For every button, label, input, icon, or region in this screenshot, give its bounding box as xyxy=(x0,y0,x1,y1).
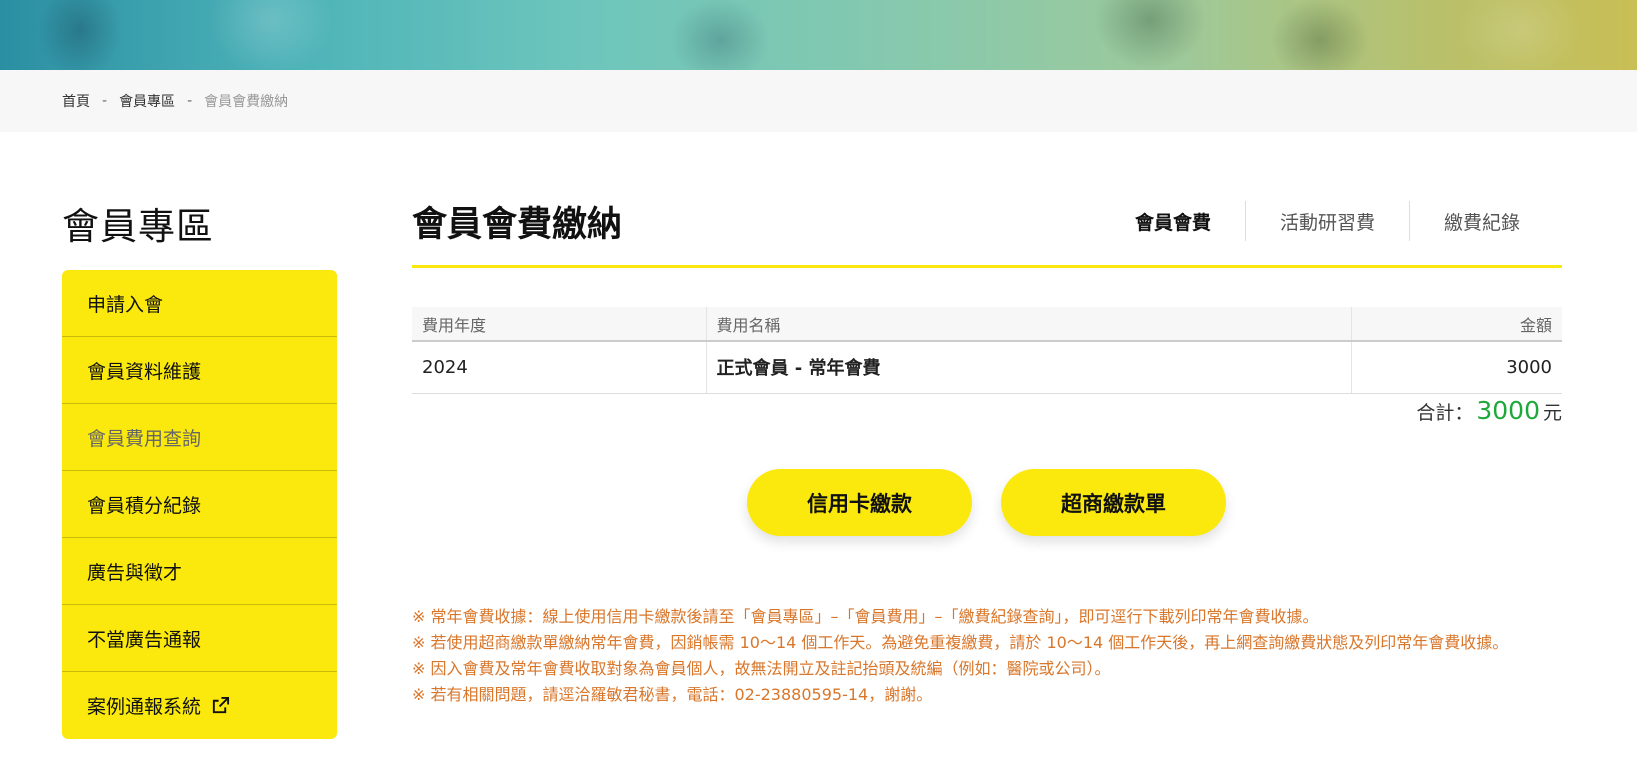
cell-year: 2024 xyxy=(412,341,706,394)
note-convenience-store: ※ 若使用超商繳款單繳納常年會費，因銷帳需 10～14 個工作天。為避免重複繳費… xyxy=(412,633,1509,652)
sidebar-item-fee-inquiry[interactable]: 會員費用查詢 xyxy=(62,404,337,471)
table-row: 2024 正式會員 - 常年會費 3000 xyxy=(412,341,1562,394)
total-label: 合計： xyxy=(1416,402,1474,424)
tab-bar: 會員會費 活動研習費 繳費紀錄 xyxy=(1117,200,1554,242)
tab-membership-fee[interactable]: 會員會費 xyxy=(1117,201,1245,241)
column-header-amount: 金額 xyxy=(1350,307,1562,342)
note-contact: ※ 若有相關問題，請逕洽羅敏君秘書，電話：02-23880595-14，謝謝。 xyxy=(412,685,933,704)
breadcrumb-home-link[interactable]: 首頁 xyxy=(62,91,90,111)
sidebar-title: 會員專區 xyxy=(62,205,214,248)
breadcrumb-member-zone-link[interactable]: 會員專區 xyxy=(119,91,175,111)
table-header-row: 費用年度 費用名稱 金額 xyxy=(412,307,1562,342)
header-banner-image xyxy=(0,0,1637,70)
tab-activity-fee[interactable]: 活動研習費 xyxy=(1245,201,1409,241)
total-unit: 元 xyxy=(1542,402,1562,424)
sidebar-item-apply-membership[interactable]: 申請入會 xyxy=(62,270,337,337)
column-header-name: 費用名稱 xyxy=(705,307,1351,342)
fees-table: 費用年度 費用名稱 金額 2024 正式會員 - 常年會費 3000 xyxy=(412,307,1562,394)
breadcrumb-separator: - xyxy=(102,93,108,109)
note-receipt: ※ 常年會費收據：線上使用信用卡繳款後請至「會員專區」–「會員費用」–「繳費紀錄… xyxy=(412,607,1319,626)
column-header-year: 費用年度 xyxy=(412,307,706,342)
cell-amount: 3000 xyxy=(1350,341,1562,394)
cell-fee-name: 正式會員 - 常年會費 xyxy=(705,341,1351,394)
breadcrumb: 首頁 - 會員專區 - 會員會費繳納 xyxy=(0,70,1637,132)
sidebar-item-case-report-system[interactable]: 案例通報系統 xyxy=(62,672,337,739)
breadcrumb-separator: - xyxy=(187,93,193,109)
note-invoice-title: ※ 因入會費及常年會費收取對象為會員個人，故無法開立及註記抬頭及統編（例如：醫院… xyxy=(412,659,1111,678)
breadcrumb-current: 會員會費繳納 xyxy=(204,94,289,110)
title-divider xyxy=(412,265,1562,268)
convenience-store-slip-button[interactable]: 超商繳款單 xyxy=(1001,469,1226,536)
total-summary: 合計： 3000 元 xyxy=(1416,396,1562,425)
external-link-icon xyxy=(212,696,230,714)
sidebar-item-improper-ad-report[interactable]: 不當廣告通報 xyxy=(62,605,337,672)
sidebar-item-credit-records[interactable]: 會員積分紀錄 xyxy=(62,471,337,538)
credit-card-payment-button[interactable]: 信用卡繳款 xyxy=(747,469,972,536)
total-value: 3000 xyxy=(1476,396,1540,425)
payment-notes: ※ 常年會費收據：線上使用信用卡繳款後請至「會員專區」–「會員費用」–「繳費紀錄… xyxy=(412,604,1562,708)
page-title: 會員會費繳納 xyxy=(412,205,623,245)
tab-payment-records[interactable]: 繳費紀錄 xyxy=(1409,201,1554,241)
sidebar-item-label: 案例通報系統 xyxy=(87,696,202,718)
sidebar-item-ads-recruitment[interactable]: 廣告與徵才 xyxy=(62,538,337,605)
sidebar-menu: 申請入會 會員資料維護 會員費用查詢 會員積分紀錄 廣告與徵才 不當廣告通報 案… xyxy=(62,270,337,739)
sidebar-item-member-profile[interactable]: 會員資料維護 xyxy=(62,337,337,404)
